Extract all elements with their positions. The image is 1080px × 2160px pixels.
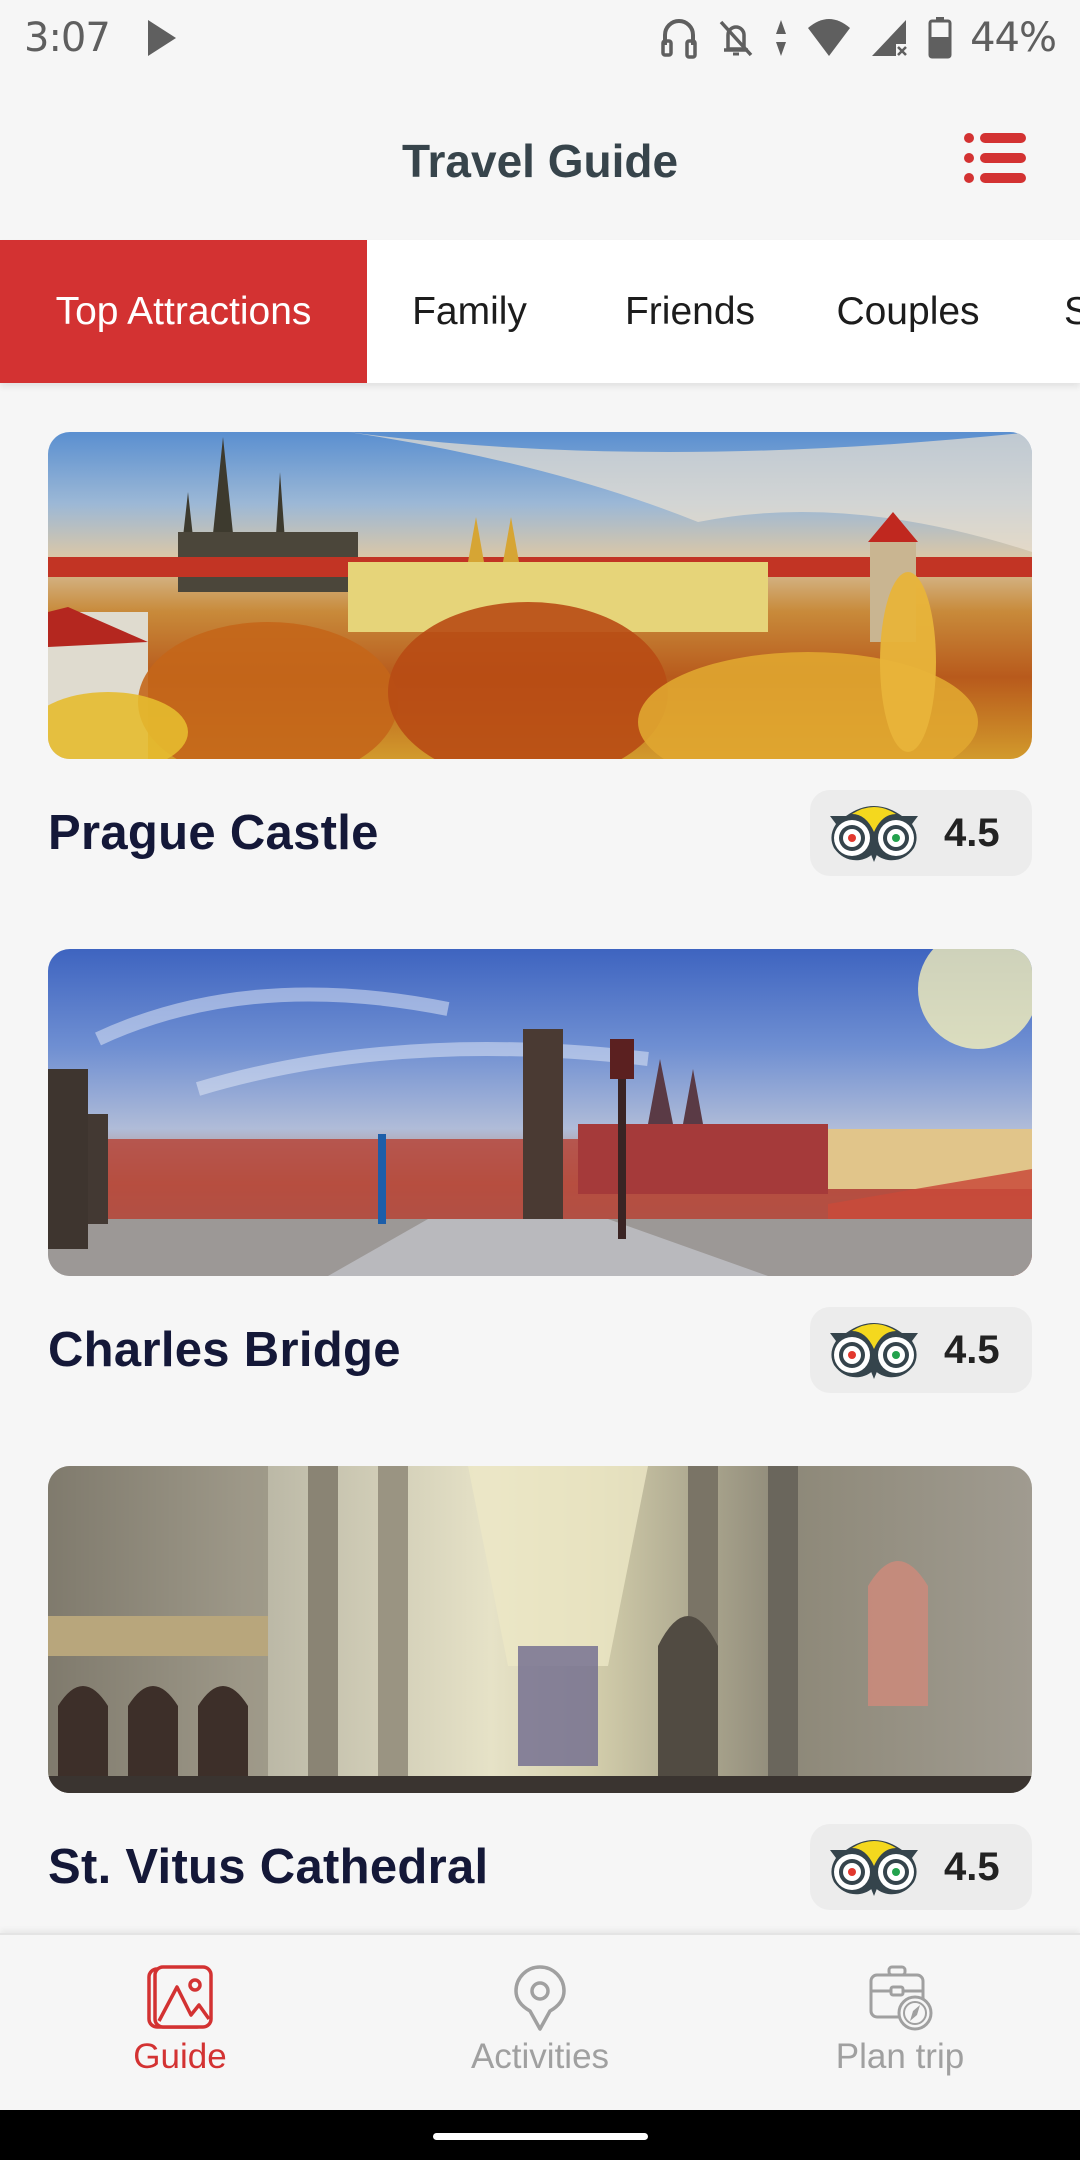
play-icon bbox=[147, 19, 176, 56]
home-indicator[interactable] bbox=[433, 2133, 648, 2140]
nav-guide-label: Guide bbox=[133, 2037, 227, 2076]
tab-couples[interactable]: Couples bbox=[808, 240, 1008, 383]
headset-icon bbox=[661, 18, 697, 59]
charles-bridge-photo[interactable] bbox=[48, 949, 1032, 1276]
map-pin-icon bbox=[514, 1965, 566, 2031]
rating-badge[interactable]: 4.5 bbox=[810, 1824, 1032, 1910]
tab-top-attractions[interactable]: Top Attractions bbox=[0, 240, 367, 383]
attraction-card[interactable]: Prague Castle 4.5 bbox=[48, 432, 1032, 893]
attraction-card[interactable]: St. Vitus Cathedral 4.5 bbox=[48, 1466, 1032, 1927]
bell-off-icon bbox=[719, 20, 753, 56]
st-vitus-cathedral-scene bbox=[48, 1466, 1032, 1793]
rating-value: 4.5 bbox=[944, 1844, 1000, 1889]
status-time: 3:07 bbox=[24, 14, 111, 61]
card-info-row: Prague Castle 4.5 bbox=[48, 773, 1032, 893]
app-header: Travel Guide bbox=[0, 75, 1080, 240]
nav-plan-trip[interactable]: Plan trip bbox=[720, 1935, 1080, 2110]
tripadvisor-owl-icon bbox=[830, 1840, 918, 1896]
nav-activities[interactable]: Activities bbox=[360, 1935, 720, 2110]
list-menu-icon bbox=[964, 133, 1026, 183]
wifi-icon bbox=[808, 18, 851, 56]
tab-partial[interactable]: S bbox=[1008, 240, 1080, 383]
nav-plan-trip-label: Plan trip bbox=[835, 2037, 965, 2076]
app-screen: 3:07 44% Travel Guide Top Attractions Fa… bbox=[0, 0, 1080, 2160]
battery-icon bbox=[928, 16, 952, 58]
category-tabs: Top Attractions Family Friends Couples S bbox=[0, 240, 1080, 383]
data-arrows-icon bbox=[776, 19, 787, 56]
attraction-card[interactable]: Charles Bridge 4.5 bbox=[48, 949, 1032, 1410]
suitcase-compass-icon bbox=[869, 1965, 933, 2031]
bottom-navigation: Guide Activities Plan trip bbox=[0, 1933, 1080, 2110]
rating-value: 4.5 bbox=[944, 810, 1000, 855]
gallery-image-icon bbox=[147, 1965, 213, 2029]
rating-badge[interactable]: 4.5 bbox=[810, 1307, 1032, 1393]
tripadvisor-owl-icon bbox=[830, 1323, 918, 1379]
prague-castle-scene bbox=[48, 432, 1032, 759]
tab-family[interactable]: Family bbox=[367, 240, 572, 383]
rating-badge[interactable]: 4.5 bbox=[810, 790, 1032, 876]
card-info-row: Charles Bridge 4.5 bbox=[48, 1290, 1032, 1410]
tab-friends[interactable]: Friends bbox=[572, 240, 808, 383]
cellular-no-data-icon bbox=[872, 19, 907, 56]
attraction-title[interactable]: St. Vitus Cathedral bbox=[48, 1839, 488, 1895]
menu-button[interactable] bbox=[964, 132, 1028, 184]
rating-value: 4.5 bbox=[944, 1327, 1000, 1372]
nav-activities-label: Activities bbox=[470, 2037, 610, 2076]
charles-bridge-scene bbox=[48, 949, 1032, 1276]
attraction-title[interactable]: Charles Bridge bbox=[48, 1322, 401, 1378]
status-icons: 44% bbox=[660, 14, 1057, 61]
attraction-title[interactable]: Prague Castle bbox=[48, 805, 379, 861]
status-bar: 3:07 44% bbox=[0, 0, 1080, 75]
prague-castle-photo[interactable] bbox=[48, 432, 1032, 759]
page-title: Travel Guide bbox=[401, 134, 679, 187]
nav-guide[interactable]: Guide bbox=[0, 1935, 360, 2110]
battery-percent: 44% bbox=[970, 14, 1057, 61]
tripadvisor-owl-icon bbox=[830, 806, 918, 862]
card-info-row: St. Vitus Cathedral 4.5 bbox=[48, 1807, 1032, 1927]
st-vitus-cathedral-photo[interactable] bbox=[48, 1466, 1032, 1793]
